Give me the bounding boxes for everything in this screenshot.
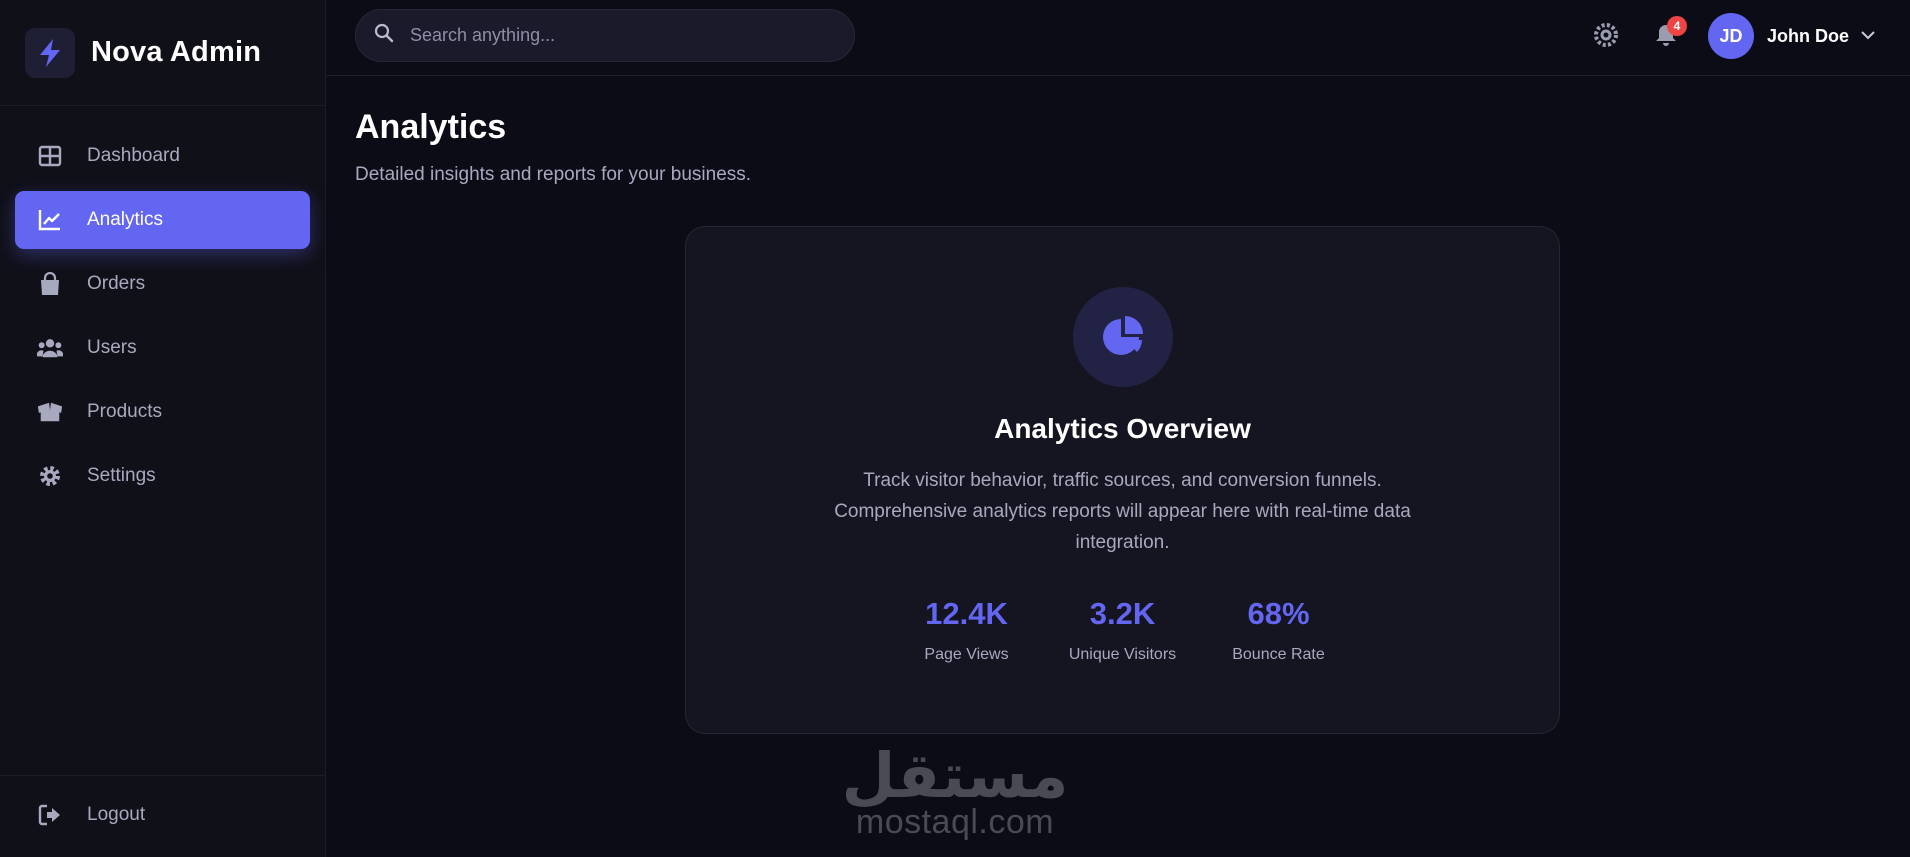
user-menu[interactable]: JD John Doe <box>1708 13 1875 59</box>
search-icon <box>374 23 394 48</box>
sidebar-item-orders[interactable]: Orders <box>15 255 310 313</box>
stat-page-views: 12.4K Page Views <box>889 596 1045 664</box>
sidebar-item-label: Orders <box>87 273 146 294</box>
card-title: Analytics Overview <box>994 413 1251 444</box>
users-icon <box>37 335 63 361</box>
sidebar-item-products[interactable]: Products <box>15 383 310 441</box>
analytics-overview-card: Analytics Overview Track visitor behavio… <box>685 226 1560 734</box>
stats-row: 12.4K Page Views 3.2K Unique Visitors 68… <box>686 596 1559 664</box>
sidebar-item-label: Dashboard <box>87 145 180 166</box>
sidebar-nav: Dashboard Analytics Orders Users Product… <box>0 127 325 505</box>
card-description: Track visitor behavior, traffic sources,… <box>834 470 1411 553</box>
brand-name: Nova Admin <box>91 36 262 68</box>
stat-value: 12.4K <box>925 596 1008 631</box>
page-title: Analytics <box>355 108 507 146</box>
sidebar: Nova Admin Dashboard Analytics Orders Us… <box>0 0 326 857</box>
stat-label: Unique Visitors <box>1068 646 1177 663</box>
sidebar-item-label: Users <box>87 337 137 358</box>
sun-icon <box>1593 22 1619 53</box>
bolt-icon <box>25 27 75 78</box>
avatar: JD <box>1708 13 1754 59</box>
top-bar: 4 JD John Doe <box>326 0 1910 76</box>
pie-chart-icon <box>1072 287 1173 387</box>
logout-label: Logout <box>87 804 146 825</box>
stat-label: Page Views <box>924 646 1009 663</box>
stat-value: 3.2K <box>1089 596 1156 631</box>
sidebar-item-dashboard[interactable]: Dashboard <box>15 127 310 185</box>
stat-label: Bounce Rate <box>1232 646 1325 663</box>
brand: Nova Admin <box>0 0 325 106</box>
notifications-button[interactable]: 4 <box>1651 16 1687 52</box>
chart-line-icon <box>37 207 63 233</box>
sidebar-item-users[interactable]: Users <box>15 319 310 377</box>
sidebar-item-label: Analytics <box>87 209 164 230</box>
chevron-down-icon <box>1861 27 1875 45</box>
box-open-icon <box>37 399 63 425</box>
sidebar-item-label: Settings <box>87 465 156 486</box>
sidebar-item-label: Products <box>87 401 162 422</box>
shopping-bag-icon <box>37 271 63 297</box>
gear-icon <box>37 463 63 489</box>
grid-icon <box>37 143 63 169</box>
watermark: مستقل mostaql.com <box>840 739 1070 841</box>
sidebar-footer: Logout <box>0 775 325 857</box>
user-name: John Doe <box>1767 25 1850 46</box>
watermark-arabic: مستقل <box>841 739 1069 812</box>
stat-bounce-rate: 68% Bounce Rate <box>1201 596 1357 664</box>
page-subtitle: Detailed insights and reports for your b… <box>355 164 752 185</box>
search-input[interactable] <box>408 24 828 47</box>
stat-unique-visitors: 3.2K Unique Visitors <box>1045 596 1201 664</box>
logout-button[interactable]: Logout <box>15 786 310 844</box>
search-bar <box>355 9 855 62</box>
logout-icon <box>37 802 63 828</box>
watermark-latin: mostaql.com <box>855 803 1055 841</box>
sidebar-item-settings[interactable]: Settings <box>15 447 310 505</box>
stat-value: 68% <box>1247 596 1310 631</box>
sidebar-item-analytics[interactable]: Analytics <box>15 191 310 249</box>
theme-toggle-button[interactable] <box>1591 22 1621 52</box>
notification-badge: 4 <box>1667 16 1687 36</box>
